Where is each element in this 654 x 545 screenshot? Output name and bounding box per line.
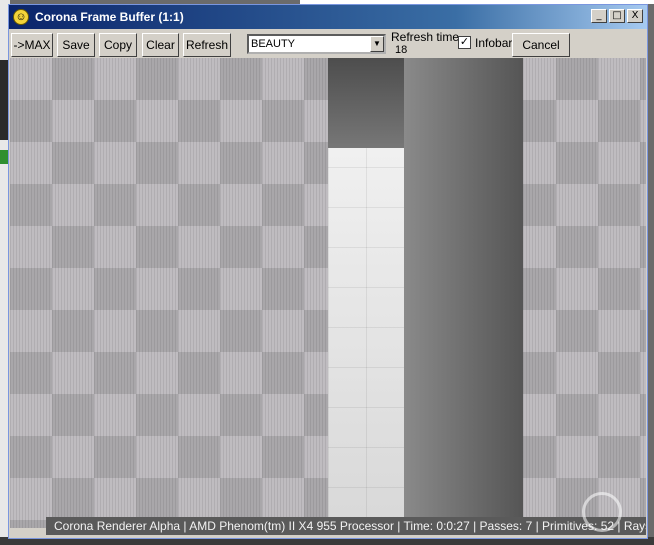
- infobar-checkbox-label[interactable]: Infobar: [475, 36, 512, 50]
- cancel-button[interactable]: Cancel: [512, 33, 570, 57]
- max-button[interactable]: ->MAX: [11, 33, 53, 57]
- channel-select[interactable]: BEAUTY ▼: [247, 34, 386, 54]
- refresh-time-label: Refresh time: [391, 30, 460, 44]
- maximize-button[interactable]: □: [609, 9, 625, 23]
- channel-select-value: BEAUTY: [251, 38, 296, 50]
- smiley-icon: ☺: [13, 9, 29, 25]
- toolbar: ->MAX Save Copy Clear Refresh BEAUTY ▼ R…: [9, 29, 647, 61]
- info-bar: Corona Renderer Alpha | AMD Phenom(tm) I…: [46, 517, 646, 535]
- render-wall-top: [328, 58, 404, 148]
- render-wall-grey: [404, 58, 523, 528]
- render-viewport[interactable]: [10, 58, 646, 528]
- refresh-button[interactable]: Refresh: [183, 33, 231, 57]
- watermark-logo: [582, 492, 622, 532]
- window-title: Corona Frame Buffer (1:1): [35, 10, 184, 24]
- copy-button[interactable]: Copy: [99, 33, 137, 57]
- frame-buffer-window: ☺ Corona Frame Buffer (1:1) _ □ X ->MAX …: [8, 4, 648, 539]
- minimize-button[interactable]: _: [591, 9, 607, 23]
- save-button[interactable]: Save: [57, 33, 95, 57]
- render-wall-light: [328, 148, 404, 528]
- refresh-time-value[interactable]: 18: [395, 44, 407, 56]
- infobar-checkbox[interactable]: ✓: [458, 36, 471, 49]
- clear-button[interactable]: Clear: [142, 33, 179, 57]
- desktop-fragment: [0, 150, 8, 164]
- chevron-down-icon[interactable]: ▼: [370, 36, 384, 52]
- title-bar[interactable]: ☺ Corona Frame Buffer (1:1) _ □ X: [9, 5, 647, 29]
- close-button[interactable]: X: [627, 9, 643, 23]
- window-controls: _ □ X: [591, 9, 643, 23]
- checkmark-icon: ✓: [459, 36, 470, 48]
